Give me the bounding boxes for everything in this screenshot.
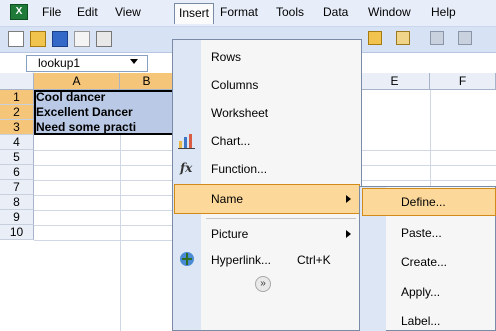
select-all-corner[interactable] [0, 73, 34, 90]
permission-icon[interactable] [74, 31, 90, 47]
menu-edit[interactable]: Edit [77, 5, 98, 19]
menu-item-picture[interactable]: Picture [211, 226, 248, 242]
menu-item-columns[interactable]: Columns [211, 77, 258, 93]
row-header[interactable]: 9 [0, 210, 34, 225]
name-submenu-arrow-icon [346, 195, 351, 203]
submenu-item-label[interactable]: Label... [401, 313, 440, 329]
open-folder-icon[interactable] [30, 31, 46, 47]
menu-tools[interactable]: Tools [276, 5, 304, 19]
row-header[interactable]: 10 [0, 225, 34, 240]
paste-icon[interactable] [368, 31, 382, 45]
row-header[interactable]: 1 [0, 90, 34, 105]
hyperlink-shortcut: Ctrl+K [297, 253, 331, 267]
menu-item-rows[interactable]: Rows [211, 49, 241, 65]
print-icon[interactable] [96, 31, 112, 47]
menu-file[interactable]: File [42, 5, 61, 19]
submenu-item-create[interactable]: Create... [401, 254, 447, 270]
function-icon: fx [180, 161, 193, 175]
expand-menu-chevron-icon[interactable]: » [255, 276, 271, 292]
menu-item-hyperlink[interactable]: Hyperlink... [211, 252, 271, 268]
submenu-item-paste[interactable]: Paste... [401, 225, 442, 241]
menu-window[interactable]: Window [368, 5, 411, 19]
row-header[interactable]: 4 [0, 135, 34, 150]
menu-view[interactable]: View [115, 5, 141, 19]
column-header-f[interactable]: F [430, 73, 496, 90]
undo-icon[interactable] [430, 31, 444, 45]
row-header[interactable]: 2 [0, 105, 34, 120]
chart-icon [178, 133, 196, 149]
format-painter-icon[interactable] [396, 31, 410, 45]
namebox-dropdown-icon[interactable] [130, 59, 138, 64]
submenu-item-define[interactable]: Define... [401, 194, 446, 210]
menu-data[interactable]: Data [323, 5, 348, 19]
row-header[interactable]: 5 [0, 150, 34, 165]
row-header[interactable]: 3 [0, 120, 34, 135]
column-header-b[interactable]: B [120, 73, 174, 90]
menu-item-function[interactable]: Function... [211, 161, 267, 177]
menu-item-name[interactable]: Name [211, 191, 243, 207]
column-header-a[interactable]: A [34, 73, 120, 90]
menu-highlight [174, 184, 360, 214]
menu-separator [206, 218, 356, 219]
cell-a3[interactable]: Need some practi [36, 120, 136, 135]
menu-format[interactable]: Format [220, 5, 258, 19]
row-header[interactable]: 6 [0, 165, 34, 180]
picture-submenu-arrow-icon [346, 230, 351, 238]
menu-item-worksheet[interactable]: Worksheet [211, 105, 268, 121]
new-document-icon[interactable] [8, 31, 24, 47]
row-header[interactable]: 8 [0, 195, 34, 210]
excel-app-icon[interactable]: X [10, 4, 28, 20]
save-icon[interactable] [52, 31, 68, 47]
column-header-e[interactable]: E [360, 73, 430, 90]
menu-item-chart[interactable]: Chart... [211, 133, 250, 149]
submenu-item-apply[interactable]: Apply... [401, 284, 440, 300]
cell-a1[interactable]: Cool dancer [36, 90, 105, 105]
hyperlink-icon [178, 250, 196, 268]
menu-help[interactable]: Help [431, 5, 456, 19]
menu-insert[interactable]: Insert [174, 3, 215, 24]
cell-a2[interactable]: Excellent Dancer [36, 105, 133, 120]
row-header[interactable]: 7 [0, 180, 34, 195]
redo-icon[interactable] [458, 31, 472, 45]
